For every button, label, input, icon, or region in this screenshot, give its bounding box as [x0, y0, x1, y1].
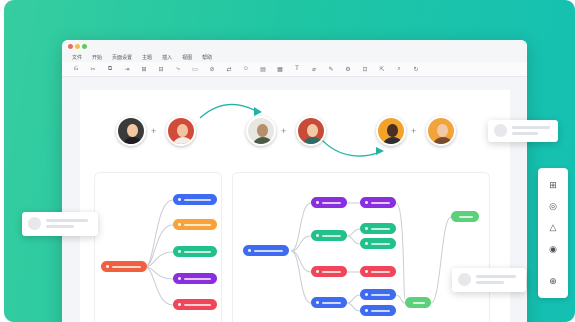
- menu-insert[interactable]: 插入: [162, 54, 172, 61]
- summary-node[interactable]: [405, 297, 431, 308]
- menu-help[interactable]: 帮助: [202, 54, 212, 61]
- subtopic-node[interactable]: [360, 305, 396, 316]
- refresh-icon[interactable]: ↻: [412, 66, 420, 73]
- avatar: [246, 116, 276, 146]
- linux-icon: △: [549, 222, 557, 233]
- swap-icon[interactable]: ⇄: [225, 66, 233, 73]
- topic-node[interactable]: [173, 246, 217, 257]
- menu-theme[interactable]: 主题: [142, 54, 152, 61]
- comment-card: [22, 212, 98, 236]
- topic-node[interactable]: [311, 230, 347, 241]
- emoji-icon[interactable]: ☺: [242, 66, 250, 72]
- copy-icon[interactable]: ⧉: [106, 66, 114, 73]
- chrome-icon: ◉: [549, 243, 557, 254]
- cut-icon[interactable]: ✂: [89, 66, 97, 73]
- menu-start[interactable]: 开始: [92, 54, 102, 61]
- topic-node[interactable]: [311, 266, 347, 277]
- topic-node[interactable]: [173, 299, 217, 310]
- remove-topic-icon[interactable]: ⊟: [157, 66, 165, 73]
- subtopic-node[interactable]: [360, 197, 396, 208]
- menu-bar: 文件 开始 页面设置 主题 插入 视图 帮助: [62, 52, 527, 62]
- boundary-icon[interactable]: ⊘: [208, 66, 216, 73]
- windows-icon: ⊞: [549, 179, 557, 190]
- mindmap-panel-right: [232, 172, 490, 322]
- mindmap-panel-left: [94, 172, 222, 322]
- subtopic-node[interactable]: [360, 266, 396, 277]
- fit-icon[interactable]: ⊡: [361, 66, 369, 73]
- add-topic-icon[interactable]: ⊞: [140, 66, 148, 73]
- subtopic-node[interactable]: [360, 289, 396, 300]
- frame-icon[interactable]: ▭: [191, 66, 199, 73]
- topic-node[interactable]: [311, 197, 347, 208]
- avatar: [376, 116, 406, 146]
- plus-icon: +: [151, 126, 157, 136]
- export-icon[interactable]: ⇱: [378, 66, 386, 73]
- avatar: [426, 116, 456, 146]
- undo-icon[interactable]: ⎌: [72, 66, 80, 73]
- macos-icon: ◎: [549, 200, 557, 211]
- image-icon[interactable]: ▤: [259, 66, 267, 73]
- close-window-button[interactable]: [68, 44, 73, 49]
- relation-icon[interactable]: ⤷: [174, 66, 182, 73]
- minimize-window-button[interactable]: [75, 44, 80, 49]
- root-topic-node[interactable]: [101, 261, 147, 272]
- avatar: [166, 116, 196, 146]
- subtopic-node[interactable]: [360, 223, 396, 234]
- topic-node[interactable]: [173, 194, 217, 205]
- comment-card: [452, 268, 526, 292]
- avatar: [116, 116, 146, 146]
- plus-icon: +: [411, 126, 417, 136]
- topic-node[interactable]: [311, 297, 347, 308]
- subtopic-node[interactable]: [360, 238, 396, 249]
- zoom-icon[interactable]: ⌕: [395, 66, 403, 73]
- toolbar: ⎌ ✂ ⧉ ⇥ ⊞ ⊟ ⤷ ▭ ⊘ ⇄ ☺ ▤ ▦ T ⌀ ✎ ⚙ ⊡ ⇱ ⌕ …: [62, 62, 527, 77]
- menu-file[interactable]: 文件: [72, 54, 82, 61]
- menu-view[interactable]: 视图: [182, 54, 192, 61]
- avatar: [296, 116, 326, 146]
- pen-icon[interactable]: ✎: [327, 66, 335, 73]
- text-icon[interactable]: T: [293, 66, 301, 72]
- comment-card: [488, 120, 558, 142]
- mindmap-canvas[interactable]: + + +: [80, 90, 510, 322]
- topic-node[interactable]: [173, 219, 217, 230]
- root-topic-node[interactable]: [243, 245, 289, 256]
- menu-page-setup[interactable]: 页面设置: [112, 54, 132, 61]
- settings-icon[interactable]: ⚙: [344, 66, 352, 73]
- topic-node[interactable]: [173, 273, 217, 284]
- android-icon: ⊕: [549, 276, 557, 287]
- platform-sidebar: ⊞ ◎ △ ◉ ⊕: [538, 168, 568, 298]
- title-bar: [62, 40, 527, 52]
- indent-icon[interactable]: ⇥: [123, 66, 131, 73]
- plus-icon: +: [281, 126, 287, 136]
- link-icon[interactable]: ⌀: [310, 66, 318, 73]
- table-icon[interactable]: ▦: [276, 66, 284, 73]
- maximize-window-button[interactable]: [82, 44, 87, 49]
- summary-node[interactable]: [451, 211, 479, 222]
